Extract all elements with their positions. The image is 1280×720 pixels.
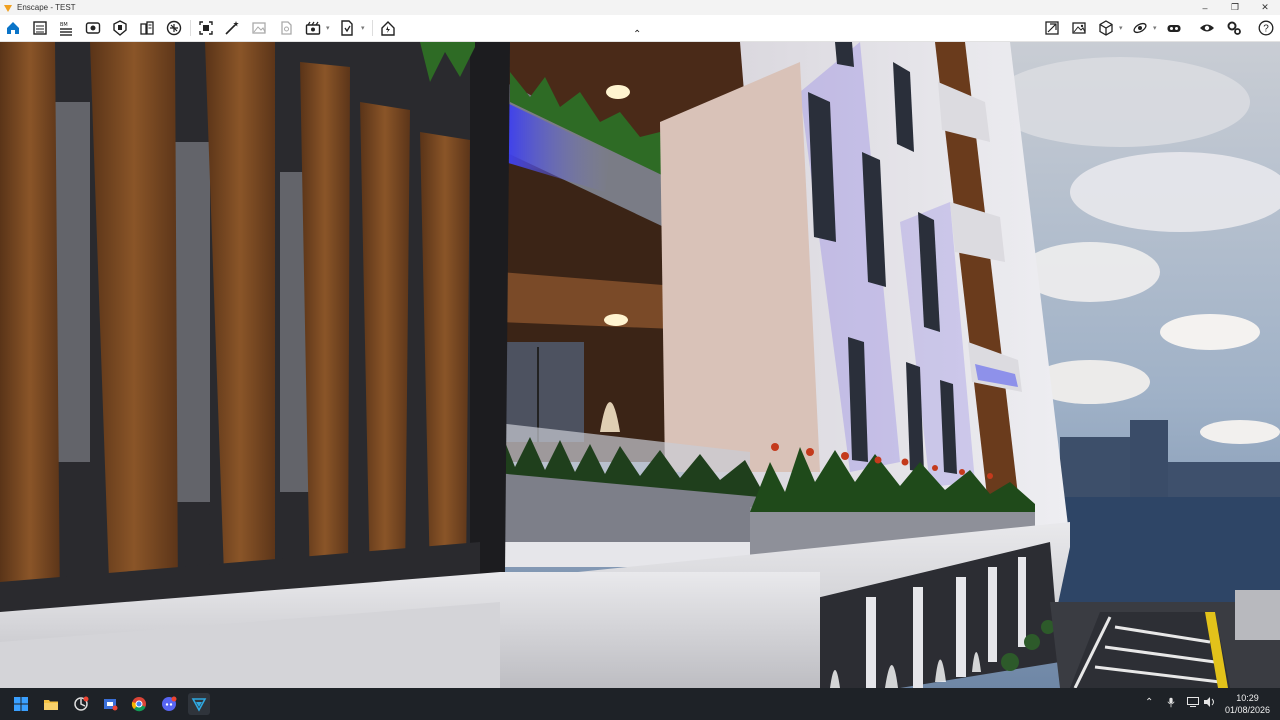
clock-time: 10:29 bbox=[1236, 693, 1259, 703]
minimize-icon[interactable]: – bbox=[1190, 0, 1220, 15]
panorama-icon[interactable] bbox=[276, 18, 296, 38]
help-icon[interactable]: ? bbox=[1256, 18, 1276, 38]
vr-headset-icon[interactable] bbox=[1164, 18, 1184, 38]
clock-date: 01/08/2026 bbox=[1224, 705, 1270, 715]
restore-icon[interactable]: ❐ bbox=[1220, 0, 1250, 15]
system-clock[interactable]: 10:29 01/08/2026 bbox=[1225, 692, 1270, 716]
asset-library-icon[interactable] bbox=[110, 18, 130, 38]
close-icon[interactable]: ✕ bbox=[1250, 0, 1280, 15]
window-title: Enscape - TEST bbox=[17, 3, 76, 12]
windows-start-icon[interactable] bbox=[10, 693, 32, 715]
window-titlebar: Enscape - TEST – ❐ ✕ bbox=[0, 0, 1280, 15]
visual-settings-icon[interactable] bbox=[83, 18, 103, 38]
svg-text:BM: BM bbox=[60, 22, 68, 28]
orbit-dropdown-caret-icon[interactable]: ▾ bbox=[1153, 24, 1157, 32]
render-viewport[interactable] bbox=[0, 42, 1280, 688]
tool-icon[interactable] bbox=[99, 693, 121, 715]
batch-render-icon[interactable] bbox=[337, 18, 357, 38]
cube-icon[interactable] bbox=[1096, 18, 1116, 38]
web-standalone-icon[interactable] bbox=[378, 18, 398, 38]
image-export-icon[interactable] bbox=[249, 18, 269, 38]
material-list-icon[interactable]: BM bbox=[56, 18, 76, 38]
atlas-icon[interactable] bbox=[137, 18, 157, 38]
settings-icon[interactable] bbox=[1224, 18, 1244, 38]
svg-text:?: ? bbox=[1263, 24, 1269, 35]
app-icon[interactable] bbox=[70, 693, 92, 715]
cube-dropdown-caret-icon[interactable]: ▾ bbox=[1119, 24, 1123, 32]
microphone-icon[interactable] bbox=[1167, 697, 1175, 711]
batch-dropdown-caret-icon[interactable]: ▾ bbox=[361, 24, 365, 32]
enscape-icon[interactable] bbox=[188, 693, 210, 715]
magic-wand-icon[interactable] bbox=[222, 18, 242, 38]
volume-icon[interactable] bbox=[1204, 697, 1216, 710]
network-icon[interactable] bbox=[1187, 697, 1199, 710]
chrome-icon[interactable] bbox=[128, 693, 150, 715]
video-dropdown-caret-icon[interactable]: ▾ bbox=[326, 24, 330, 32]
gallery-icon[interactable] bbox=[1069, 18, 1089, 38]
orbit-icon[interactable] bbox=[1130, 18, 1150, 38]
collapse-toolbar-chevron-icon[interactable]: ⌃ bbox=[633, 29, 641, 40]
upload-icon[interactable] bbox=[164, 18, 184, 38]
screenshot-icon[interactable] bbox=[196, 18, 216, 38]
capture-icon[interactable] bbox=[1042, 18, 1062, 38]
eye-icon[interactable] bbox=[1197, 18, 1217, 38]
discord-icon[interactable] bbox=[158, 693, 180, 715]
home-icon[interactable] bbox=[3, 18, 23, 38]
windows-taskbar: ⌃ 10:29 01/08/2026 bbox=[0, 688, 1280, 720]
video-export-icon[interactable] bbox=[303, 18, 323, 38]
chevron-up-icon[interactable]: ⌃ bbox=[1145, 697, 1153, 708]
views-icon[interactable] bbox=[30, 18, 50, 38]
enscape-logo-icon bbox=[4, 4, 12, 12]
file-explorer-icon[interactable] bbox=[40, 693, 62, 715]
